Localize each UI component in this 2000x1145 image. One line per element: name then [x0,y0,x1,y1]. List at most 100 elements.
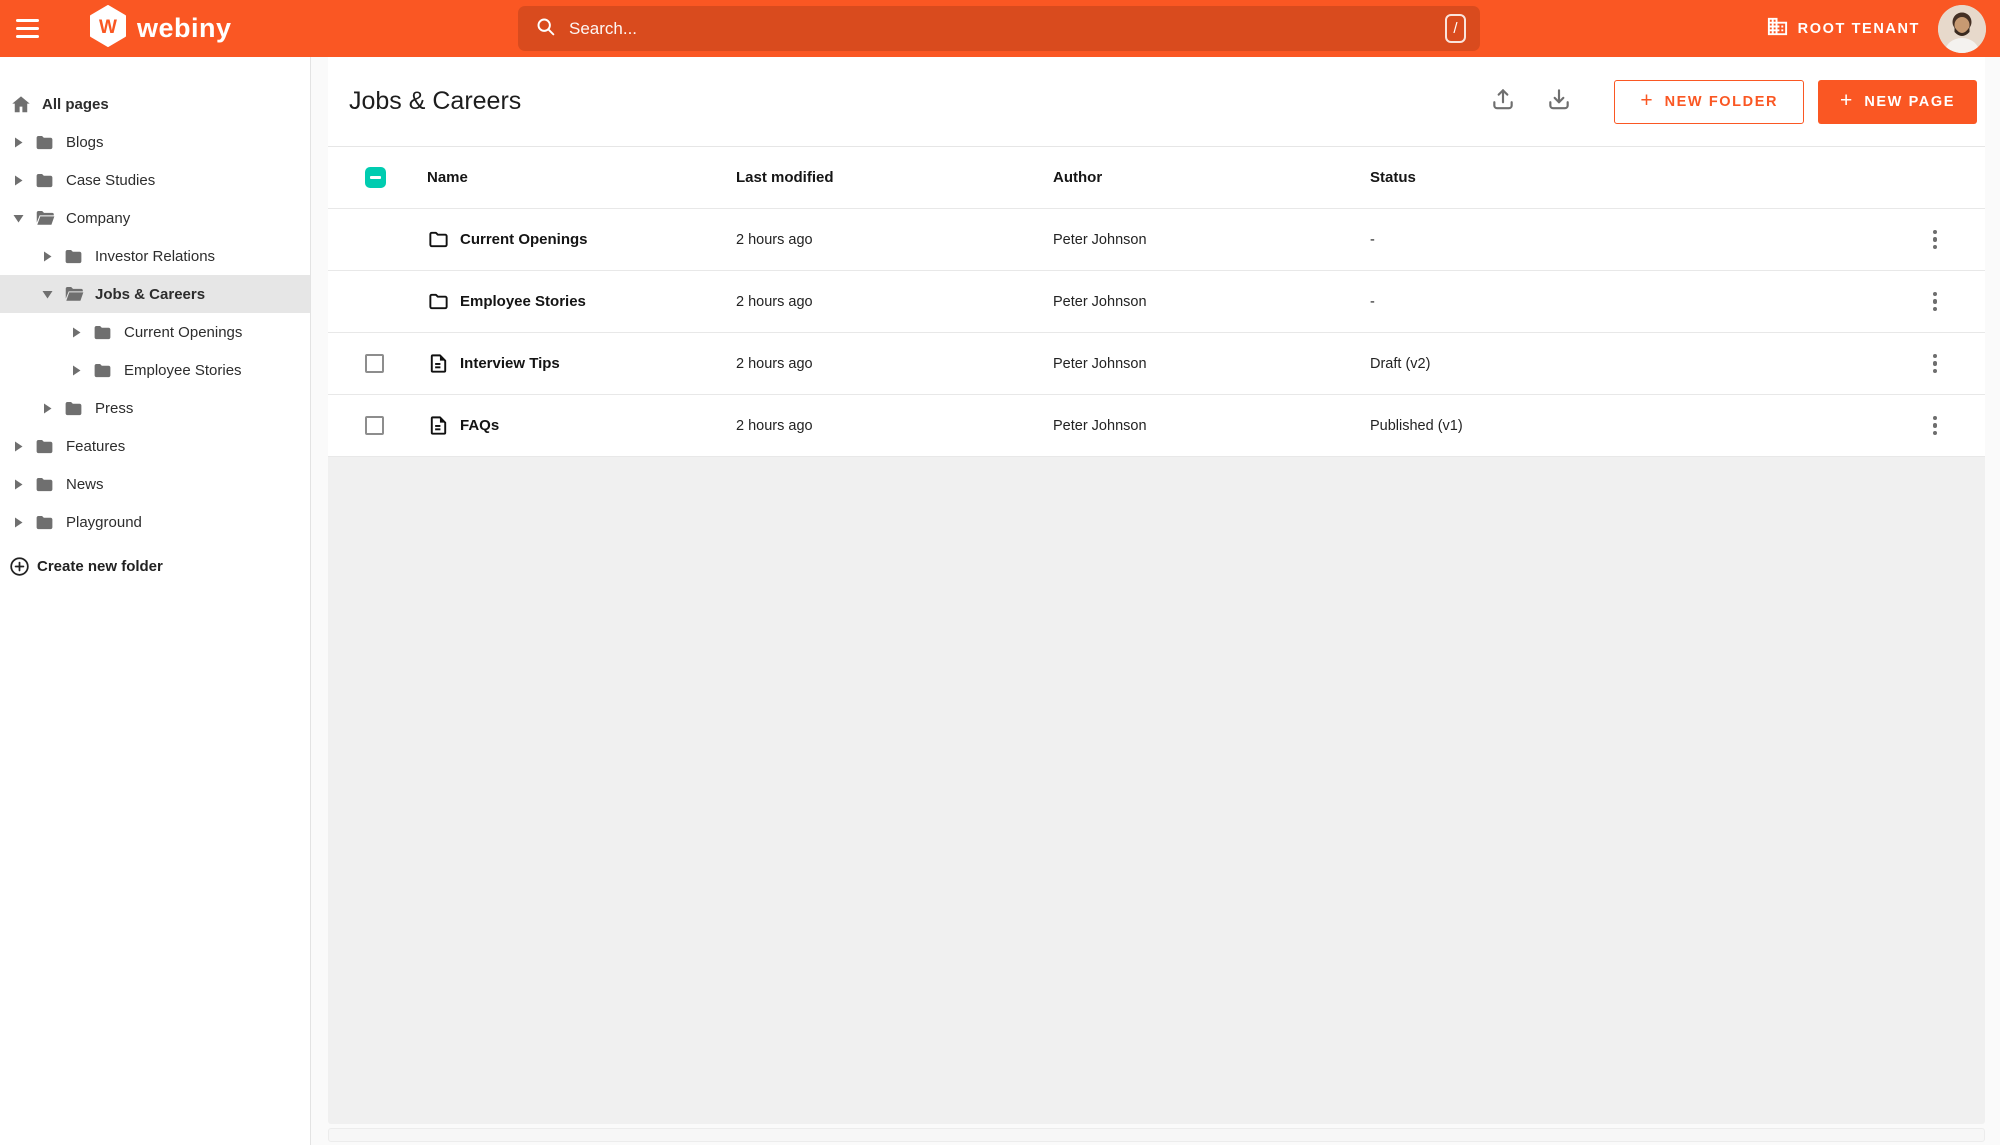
sidebar-item-label: Investor Relations [95,247,216,265]
tenant-selector[interactable]: ROOT TENANT [1766,15,1920,43]
row-name-label: FAQs [460,417,500,434]
export-button[interactable] [1538,81,1580,123]
sidebar-item-label: News [66,475,104,493]
building-icon [1766,15,1789,43]
page-toolbar: Jobs & Careers + NEW FOLDER + NEW PAGE [328,57,1985,147]
table-row[interactable]: FAQs 2 hours ago Peter Johnson Published (v… [328,395,1985,457]
folder-closed-icon [63,397,85,419]
sidebar-item-employee-stories[interactable]: Employee Stories [0,351,310,389]
cell-author: Peter Johnson [1053,417,1147,434]
folder-tree-sidebar: All pages Blogs Case Studies Company Investo… [0,57,311,1145]
caret-right-icon[interactable] [39,403,55,414]
column-header-name[interactable]: Name [427,169,736,186]
sidebar-item-all-pages[interactable]: All pages [0,85,310,123]
sidebar-item-label: Case Studies [66,171,156,189]
cell-author: Peter Johnson [1053,355,1147,372]
new-page-button[interactable]: + NEW PAGE [1818,79,1977,124]
plus-icon: + [1640,89,1653,112]
row-actions-kebab-icon[interactable] [1927,410,1944,442]
cell-name[interactable]: FAQs [427,414,736,437]
caret-right-icon[interactable] [10,479,26,490]
folder-open-icon [63,283,85,305]
cell-name[interactable]: Interview Tips [427,352,736,375]
caret-down-icon[interactable] [39,290,55,299]
row-checkbox[interactable] [365,416,384,435]
search-input[interactable] [569,18,1445,39]
document-icon [427,414,450,437]
column-header-author[interactable]: Author [1053,169,1370,186]
cell-status: - [1370,293,1375,310]
caret-right-icon[interactable] [39,251,55,262]
row-actions-kebab-icon[interactable] [1927,224,1944,256]
select-all-checkbox[interactable] [365,167,386,188]
cell-status: - [1370,231,1375,248]
folder-outline-icon [427,228,450,251]
row-actions-kebab-icon[interactable] [1927,348,1944,380]
caret-down-icon[interactable] [10,214,26,223]
cell-name[interactable]: Current Openings [427,228,736,251]
plus-circle-icon [9,556,30,577]
home-icon [10,93,32,115]
row-name-label: Employee Stories [460,293,586,310]
sidebar-item-playground[interactable]: Playground [0,503,310,541]
sidebar-item-investor-relations[interactable]: Investor Relations [0,237,310,275]
global-search[interactable]: / [518,6,1480,51]
svg-text:W: W [99,17,117,38]
table-row[interactable]: Employee Stories 2 hours ago Peter Johnson… [328,271,1985,333]
webiny-wordmark: webiny [137,13,232,43]
folder-closed-icon [34,511,56,533]
column-header-modified[interactable]: Last modified [736,169,1053,186]
create-new-folder-button[interactable]: Create new folder [0,547,310,585]
sidebar-item-label: All pages [42,95,109,113]
folder-closed-icon [34,131,56,153]
table-row[interactable]: Current Openings 2 hours ago Peter Johnson… [328,209,1985,271]
menu-icon[interactable] [16,0,62,57]
cell-author: Peter Johnson [1053,293,1147,310]
sidebar-item-case-studies[interactable]: Case Studies [0,161,310,199]
sidebar-item-label: Press [95,399,134,417]
caret-right-icon[interactable] [68,327,84,338]
sidebar-item-current-openings[interactable]: Current Openings [0,313,310,351]
import-button[interactable] [1482,81,1524,123]
download-icon [1546,86,1572,117]
sidebar-item-jobs-careers[interactable]: Jobs & Careers [0,275,310,313]
user-avatar[interactable] [1938,4,1986,53]
sidebar-item-blogs[interactable]: Blogs [0,123,310,161]
sidebar-item-label: Company [66,209,131,227]
sidebar-item-label: Blogs [66,133,104,151]
table-row[interactable]: Interview Tips 2 hours ago Peter Johnson Dr… [328,333,1985,395]
row-actions-kebab-icon[interactable] [1927,286,1944,318]
folder-closed-icon [63,245,85,267]
sidebar-item-company[interactable]: Company [0,199,310,237]
cell-last-modified: 2 hours ago [736,231,813,248]
webiny-logo-icon: W [88,5,128,52]
caret-right-icon[interactable] [10,137,26,148]
sidebar-item-label: Playground [66,513,142,531]
horizontal-scrollbar-track[interactable] [328,1128,1985,1142]
cell-last-modified: 2 hours ago [736,417,813,434]
top-bar: W webiny / ROOT TENANT [0,0,2000,57]
row-name-label: Current Openings [460,231,588,248]
caret-right-icon[interactable] [10,175,26,186]
folder-closed-icon [34,435,56,457]
cell-name[interactable]: Employee Stories [427,290,736,313]
cell-status: Draft (v2) [1370,355,1431,372]
new-folder-button[interactable]: + NEW FOLDER [1614,79,1805,124]
content-panel: Jobs & Careers + NEW FOLDER + NEW PAGE N… [328,57,1985,1124]
caret-right-icon[interactable] [10,517,26,528]
cell-author: Peter Johnson [1053,231,1147,248]
sidebar-item-label: Employee Stories [124,361,242,379]
caret-right-icon[interactable] [68,365,84,376]
sidebar-item-news[interactable]: News [0,465,310,503]
cell-status: Published (v1) [1370,417,1463,434]
search-icon [535,16,556,42]
sidebar-item-features[interactable]: Features [0,427,310,465]
column-header-status[interactable]: Status [1370,169,1885,186]
pages-table: Name Last modified Author Status Current… [328,147,1985,457]
sidebar-item-press[interactable]: Press [0,389,310,427]
webiny-logo[interactable]: W webiny [88,0,232,57]
slash-shortcut-hint: / [1445,14,1466,43]
caret-right-icon[interactable] [10,441,26,452]
upload-icon [1490,86,1516,117]
row-checkbox[interactable] [365,354,384,373]
